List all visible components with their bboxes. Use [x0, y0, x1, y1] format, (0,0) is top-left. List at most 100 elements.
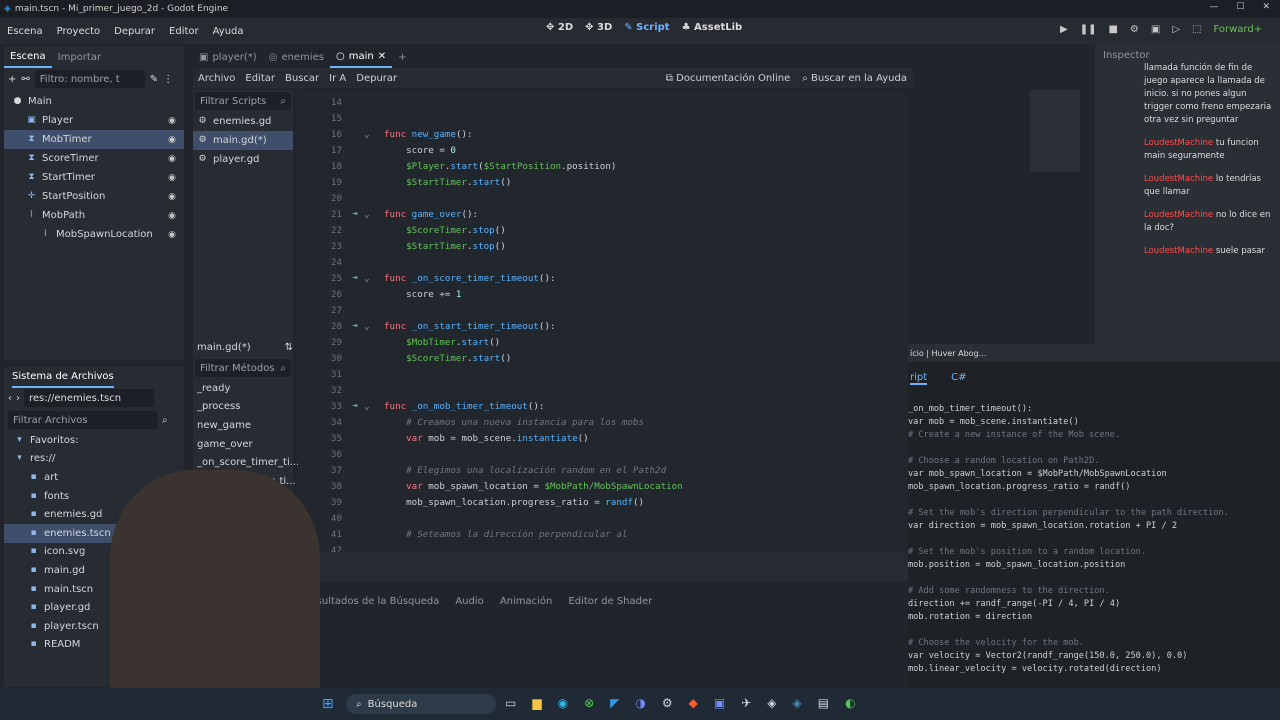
visibility-icon[interactable]: ◉ [168, 173, 176, 183]
menu-ir-a[interactable]: Ir A [324, 73, 351, 84]
add-tab-icon[interactable]: + [392, 46, 412, 68]
tab-player[interactable]: ▣ player(*) [193, 46, 263, 68]
code-editor[interactable]: 14 15 16 ⌄ func new_game(): 17 score = 0 18 $P… [298, 92, 908, 556]
code-line[interactable]: 24 [298, 254, 898, 270]
visibility-icon[interactable]: ◉ [168, 135, 176, 145]
file-item[interactable]: ▾ Favoritos: [4, 431, 184, 450]
path-field[interactable]: res://enemies.tscn [24, 389, 154, 407]
tab-enemies[interactable]: ◎ enemies [263, 46, 330, 68]
app4-icon[interactable]: ◐ [845, 696, 855, 710]
tab-main[interactable]: ○ main ✕ [329, 46, 393, 68]
code-minimap[interactable] [1030, 90, 1080, 172]
menu-depurar[interactable]: Depurar [107, 26, 162, 37]
code-line[interactable]: 38 var mob_spawn_location = $MobPath/Mob… [298, 478, 898, 494]
tab-gdscript[interactable]: ript [910, 372, 928, 385]
code-scroll-bar[interactable]: ‹ [298, 552, 908, 582]
code-line[interactable]: 33 ⇥ ⌄ func _on_mob_timer_timeout(): [298, 398, 898, 414]
play-icon[interactable]: ▶ [1060, 24, 1068, 35]
breakpoint-gutter[interactable]: ⇥ [346, 321, 364, 331]
minimize-icon[interactable]: — [1209, 2, 1218, 12]
code-line[interactable]: 15 [298, 110, 898, 126]
code-line[interactable]: 17 score = 0 [298, 142, 898, 158]
discord-icon[interactable]: ◑ [635, 696, 645, 710]
stop-icon[interactable]: ■ [1108, 24, 1117, 35]
visibility-icon[interactable]: ◉ [168, 192, 176, 202]
xbox-icon[interactable]: ⊗ [584, 696, 594, 710]
windows-start-icon[interactable]: ⊞ [322, 696, 334, 712]
fold-arrow-icon[interactable]: ⌄ [364, 321, 384, 332]
code-line[interactable]: 28 ⇥ ⌄ func _on_start_timer_timeout(): [298, 318, 898, 334]
code-line[interactable]: 27 [298, 302, 898, 318]
menu-buscar[interactable]: Buscar [280, 73, 324, 84]
code-line[interactable]: 37 # Elegimos una localización random en… [298, 462, 898, 478]
tab-inspector[interactable]: Inspector [1103, 50, 1150, 61]
code-line[interactable]: 18 $Player.start($StartPosition.position… [298, 158, 898, 174]
settings-icon[interactable]: ⚙ [662, 696, 673, 710]
maximize-icon[interactable]: ☐ [1236, 2, 1244, 12]
close-icon[interactable]: ✕ [1262, 2, 1270, 12]
script-file-item[interactable]: ⚙ enemies.gd [193, 112, 293, 131]
tab-importar[interactable]: Importar [52, 46, 107, 68]
code-line[interactable]: 39 mob_spawn_location.progress_ratio = r… [298, 494, 898, 510]
workspace-2d[interactable]: ✥ 2D [546, 22, 573, 33]
script-file-item[interactable]: ⚙ main.gd(*) [193, 131, 293, 150]
menu-editar[interactable]: Editar [240, 73, 280, 84]
edge-icon[interactable]: ◉ [558, 696, 568, 710]
sort-icon[interactable]: ⇅ [285, 342, 293, 353]
file-explorer-icon[interactable]: ▆ [532, 696, 541, 710]
code-line[interactable]: 14 [298, 94, 898, 110]
menu-editor[interactable]: Editor [162, 26, 206, 37]
code-line[interactable]: 23 $StartTimer.stop() [298, 238, 898, 254]
code-line[interactable]: 16 ⌄ func new_game(): [298, 126, 898, 142]
code-line[interactable]: 20 [298, 190, 898, 206]
code-line[interactable]: 34 # Creamos una nueva instancia para lo… [298, 414, 898, 430]
breakpoint-gutter[interactable]: ⇥ [346, 209, 364, 219]
scene-node[interactable]: ✛ StartPosition ◉ [4, 187, 184, 206]
workspace-3d[interactable]: ✥ 3D [585, 22, 612, 33]
scene-node[interactable]: ⧗ ScoreTimer ◉ [4, 149, 184, 168]
link-icon[interactable]: ⚯ [21, 74, 29, 85]
code-line[interactable]: 25 ⇥ ⌄ func _on_score_timer_timeout(): [298, 270, 898, 286]
taskbar-search[interactable]: ⌕ Búsqueda [346, 694, 496, 714]
fold-arrow-icon[interactable]: ⌄ [364, 129, 384, 140]
code-line[interactable]: 36 [298, 446, 898, 462]
task-view-icon[interactable]: ▭ [505, 696, 516, 710]
code-line[interactable]: 40 [298, 510, 898, 526]
file-filter-input[interactable]: Filtrar Archivos [8, 411, 158, 429]
breakpoint-gutter[interactable]: ⇥ [346, 401, 364, 411]
godot-taskbar-icon[interactable]: ◈ [792, 696, 801, 710]
method-item[interactable]: _process [193, 398, 293, 417]
scene-node[interactable]: ▣ Player ◉ [4, 111, 184, 130]
tab-escena[interactable]: Escena [4, 46, 52, 68]
brave-icon[interactable]: ◆ [689, 696, 698, 710]
code-line[interactable]: 21 ⇥ ⌄ func game_over(): [298, 206, 898, 222]
code-line[interactable]: 31 [298, 366, 898, 382]
code-line[interactable]: 41 # Seteamos la dirección perpendicular… [298, 526, 898, 542]
code-line[interactable]: 19 $StartTimer.start() [298, 174, 898, 190]
code-line[interactable]: 29 $MobTimer.start() [298, 334, 898, 350]
code-line[interactable]: 35 var mob = mob_scene.instantiate() [298, 430, 898, 446]
workspace-assetlib[interactable]: ♣ AssetLib [682, 22, 743, 33]
vscode-icon[interactable]: ◤ [610, 696, 619, 710]
visibility-icon[interactable]: ◉ [168, 230, 176, 240]
method-item[interactable]: game_over [193, 435, 293, 454]
scene-filter-input[interactable]: Filtro: nombre, t [34, 70, 145, 88]
breakpoint-gutter[interactable]: ⇥ [346, 273, 364, 283]
script-filter-input[interactable]: Filtrar Scripts ⌕ [195, 92, 291, 110]
pause-icon[interactable]: ❚❚ [1080, 24, 1097, 35]
fold-arrow-icon[interactable]: ⌄ [364, 401, 384, 412]
remote-debug-icon[interactable]: ⚙ [1130, 24, 1139, 35]
fold-arrow-icon[interactable]: ⌄ [364, 209, 384, 220]
play-custom-icon[interactable]: ⬚ [1192, 24, 1201, 35]
script-file-item[interactable]: ⚙ player.gd [193, 150, 293, 169]
method-item[interactable]: _ready [193, 379, 293, 398]
scene-node[interactable]: ⌇ MobSpawnLocation ◉ [4, 225, 184, 244]
tab-search-results[interactable]: Resultados de la Búsqueda [298, 590, 445, 612]
tab-animation[interactable]: Animación [494, 590, 559, 612]
app3-icon[interactable]: ▤ [818, 696, 829, 710]
code-line[interactable]: 22 $ScoreTimer.stop() [298, 222, 898, 238]
code-line[interactable]: 30 $ScoreTimer.start() [298, 350, 898, 366]
scene-node[interactable]: ⧗ MobTimer ◉ [4, 130, 184, 149]
workspace-script[interactable]: ✎ Script [624, 22, 669, 33]
menu-dots-icon[interactable]: ⋮ [163, 74, 173, 85]
